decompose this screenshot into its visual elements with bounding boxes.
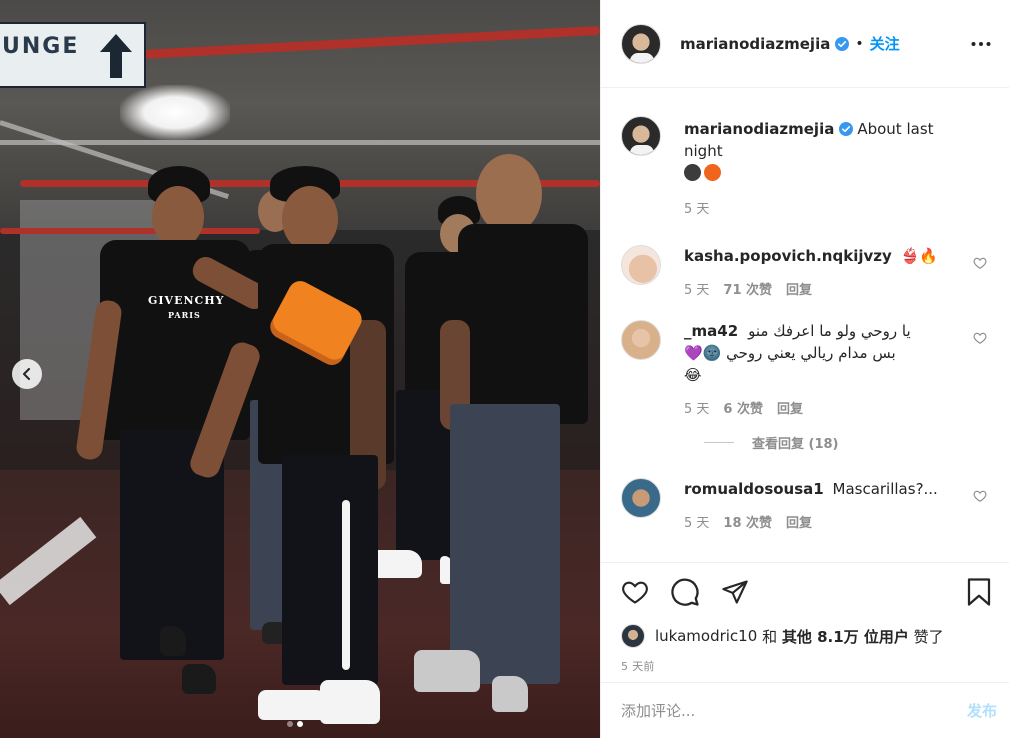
- comment-username[interactable]: romualdosousa1: [684, 480, 824, 498]
- view-replies-button[interactable]: 查看回复 (18): [704, 433, 993, 452]
- comment-text: يا روحي ولو ما اعرفك منو _ma42 بس مدام ر…: [684, 320, 949, 386]
- like-button[interactable]: [619, 576, 651, 608]
- header-user-block: marianodiazmejia • 关注: [680, 33, 900, 54]
- ceiling-light: [120, 85, 230, 140]
- post-header: marianodiazmejia • 关注: [601, 0, 1009, 88]
- chevron-left-icon: [23, 368, 30, 380]
- paper-plane-icon: [722, 579, 748, 604]
- gray-pipe: [0, 140, 600, 145]
- shirt-subtext: PARIS: [168, 310, 201, 320]
- comment-time: 5 天: [684, 283, 710, 298]
- separator: •: [855, 35, 864, 52]
- comment-item: romualdosousa1 Mascarillas?... 5 天 18 次赞…: [621, 478, 993, 531]
- comment-icon: [671, 578, 699, 606]
- instagram-post: UNGE GIVENCHY PARIS marianodiazmejia • 关…: [0, 0, 1009, 738]
- post-comment-button[interactable]: 发布: [967, 700, 997, 721]
- replies-divider: [704, 442, 734, 443]
- comment-item: kasha.popovich.nqkijvzy 👙🔥 5 天 71 次赞 回复: [621, 245, 993, 298]
- carousel-dot-active: [297, 721, 303, 727]
- comment-likes[interactable]: 6 次赞: [723, 398, 763, 417]
- comment-item: يا روحي ولو ما اعرفك منو _ma42 بس مدام ر…: [621, 320, 993, 417]
- more-horizontal-icon: [971, 41, 991, 46]
- like-comment-icon[interactable]: [973, 489, 987, 503]
- add-comment-bar: 发布: [601, 682, 1009, 738]
- red-pipe: [0, 228, 260, 234]
- reply-button[interactable]: 回复: [786, 512, 812, 531]
- carousel-indicator: [287, 721, 303, 727]
- comment-likes[interactable]: 18 次赞: [723, 512, 772, 531]
- share-button[interactable]: [719, 576, 751, 608]
- more-options-button[interactable]: [969, 32, 993, 56]
- orange-circle-icon: [704, 164, 721, 181]
- sign-text: UNGE: [2, 34, 80, 59]
- post-timestamp[interactable]: 5 天前: [601, 652, 1009, 682]
- reply-button[interactable]: 回复: [786, 279, 812, 298]
- post-side-panel: marianodiazmejia • 关注 marianodiazmejia A…: [600, 0, 1009, 738]
- comment-time: 5 天: [684, 402, 710, 417]
- avatar[interactable]: [621, 478, 661, 518]
- bookmark-icon: [967, 577, 991, 606]
- exit-sign: UNGE: [0, 22, 146, 88]
- up-arrow-icon: [100, 34, 132, 78]
- carousel-prev-button[interactable]: [12, 359, 42, 389]
- follow-button[interactable]: 关注: [870, 33, 900, 54]
- liker-username[interactable]: lukamodric10: [655, 627, 757, 645]
- reply-button[interactable]: 回复: [777, 398, 803, 417]
- avatar[interactable]: [621, 624, 645, 648]
- likes-others[interactable]: 其他 8.1万 位用户: [782, 626, 909, 647]
- header-username[interactable]: marianodiazmejia: [680, 35, 830, 53]
- save-button[interactable]: [963, 576, 995, 608]
- comment-text: kasha.popovich.nqkijvzy 👙🔥: [684, 245, 953, 267]
- caption-text: marianodiazmejia About last night: [684, 118, 953, 184]
- caption-username[interactable]: marianodiazmejia: [684, 120, 834, 138]
- action-bar: [601, 562, 1009, 620]
- comment-body-line2: بس مدام ريالي يعني روحي 🌚💜: [684, 344, 896, 362]
- likes-summary: lukamodric10 和 其他 8.1万 位用户 赞了: [601, 620, 1009, 652]
- like-comment-icon[interactable]: [973, 331, 987, 345]
- caption-time: 5 天: [684, 202, 710, 217]
- comment-input[interactable]: [621, 701, 967, 720]
- verified-badge-icon: [835, 36, 850, 51]
- comment-username[interactable]: kasha.popovich.nqkijvzy: [684, 247, 892, 265]
- heart-icon: [622, 581, 648, 604]
- view-replies-label: 查看回复 (18): [752, 437, 839, 452]
- like-comment-icon[interactable]: [973, 256, 987, 270]
- avatar[interactable]: [621, 245, 661, 285]
- avatar[interactable]: [621, 320, 661, 360]
- comment-username[interactable]: _ma42: [684, 320, 738, 342]
- comment-body: يا روحي ولو ما اعرفك منو: [748, 322, 911, 340]
- likes-and: 和: [762, 627, 778, 646]
- likes-liked: 赞了: [913, 627, 944, 646]
- comment-body-line3: 😂: [684, 366, 702, 384]
- comment-likes[interactable]: 71 次赞: [723, 279, 772, 298]
- shirt-brand: GIVENCHY: [148, 294, 225, 307]
- black-circle-icon: [684, 164, 701, 181]
- comment-text: romualdosousa1 Mascarillas?...: [684, 478, 953, 500]
- comments-list: marianodiazmejia About last night 5 天 kas…: [601, 88, 1009, 562]
- comment-button[interactable]: [669, 576, 701, 608]
- caption: marianodiazmejia About last night 5 天: [621, 116, 993, 217]
- comment-body: 👙🔥: [900, 247, 938, 265]
- verified-badge-icon: [839, 122, 854, 136]
- comment-time: 5 天: [684, 516, 710, 531]
- comment-body: Mascarillas?...: [832, 480, 938, 498]
- avatar[interactable]: [621, 116, 661, 156]
- carousel-dot: [287, 721, 293, 727]
- post-photo[interactable]: UNGE GIVENCHY PARIS: [0, 0, 600, 738]
- avatar[interactable]: [621, 23, 661, 64]
